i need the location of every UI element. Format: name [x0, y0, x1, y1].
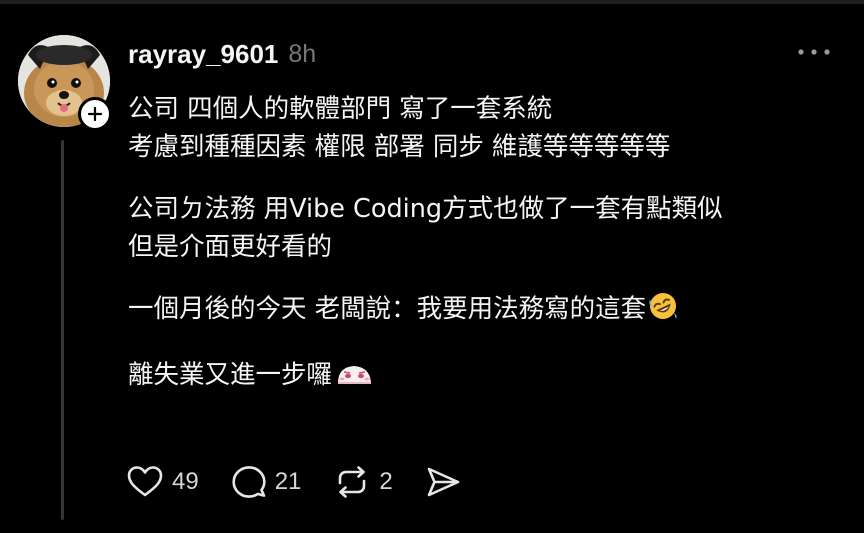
post-body: 公司 四個人的軟體部門 寫了一套系統 考慮到種種因素 權限 部署 同步 維護等等… [128, 90, 848, 422]
repost-button[interactable]: 2 [333, 464, 393, 500]
rolling-on-floor-laughing-emoji [648, 291, 678, 332]
post-text-line: 公司ㄉ法務 用Vibe Coding方式也做了一套有點類似 [128, 194, 723, 224]
timestamp: 8h [288, 39, 317, 68]
top-divider [0, 0, 864, 4]
username[interactable]: rayray_9601 [128, 39, 278, 70]
comment-count: 21 [274, 468, 302, 495]
post-text-line: 一個月後的今天 老闆說：我要用法務寫的這套 [128, 290, 848, 332]
paragraph-4: 離失業又進一步囉 [128, 356, 848, 398]
sad-blob-emoji [334, 360, 374, 398]
comment-button[interactable]: 21 [231, 464, 302, 500]
more-icon [798, 49, 830, 55]
thread-line [61, 140, 64, 520]
plus-icon [87, 106, 103, 122]
heart-icon [127, 466, 163, 497]
more-options-button[interactable] [794, 40, 834, 64]
follow-button[interactable] [78, 97, 112, 131]
post-text-line: 考慮到種種因素 權限 部署 同步 維護等等等等等 [128, 132, 671, 162]
post-text-line: 離失業又進一步囉 [128, 356, 848, 398]
paragraph-1: 公司 四個人的軟體部門 寫了一套系統 考慮到種種因素 權限 部署 同步 維護等等… [128, 90, 848, 166]
like-count: 49 [172, 468, 199, 495]
like-button[interactable]: 49 [126, 464, 199, 500]
post-text-line: 公司 四個人的軟體部門 寫了一套系統 [128, 94, 553, 124]
post-actions: 49 21 2 [126, 462, 461, 502]
send-icon [427, 467, 460, 497]
post-text: 離失業又進一步囉 [128, 360, 333, 390]
repost-count: 2 [379, 468, 393, 495]
comment-icon [232, 466, 266, 498]
post-text: 一個月後的今天 老闆說：我要用法務寫的這套 [128, 294, 647, 324]
paragraph-2: 公司ㄉ法務 用Vibe Coding方式也做了一套有點類似 但是介面更好看的 [128, 190, 848, 266]
repost-icon [339, 466, 366, 498]
post-text-line: 但是介面更好看的 [128, 232, 333, 262]
post-header: rayray_9601 8h [128, 34, 316, 74]
paragraph-3: 一個月後的今天 老闆說：我要用法務寫的這套 [128, 290, 848, 332]
share-button[interactable] [425, 464, 461, 500]
